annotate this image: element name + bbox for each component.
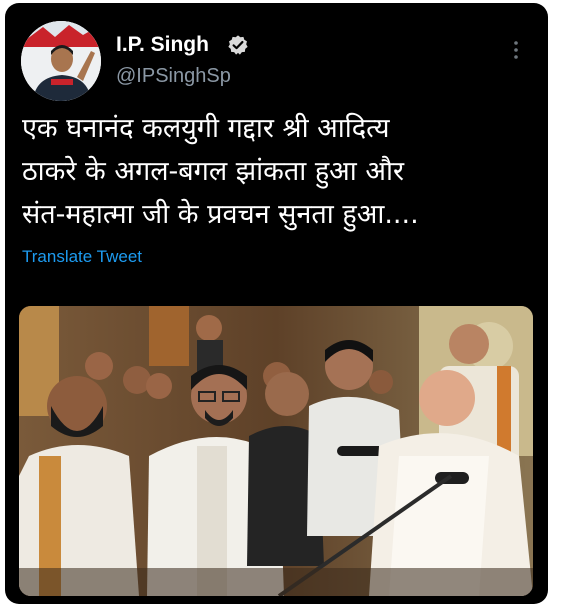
- tweet-text-line-3: संत-महात्मा जी के प्रवचन सुनता हुआ....: [22, 199, 419, 230]
- tweet-text: एक घनानंद कलयुगी गद्दार श्री आदित्य ठाकर…: [22, 107, 542, 236]
- verified-badge-icon: [228, 35, 248, 55]
- author-name[interactable]: I.P. Singh: [116, 33, 209, 57]
- avatar-photo-icon: [21, 21, 101, 101]
- author-avatar[interactable]: [21, 21, 101, 101]
- translate-tweet-link[interactable]: Translate Tweet: [22, 247, 142, 267]
- tweet-photo[interactable]: [19, 306, 533, 596]
- more-options-icon[interactable]: [509, 39, 523, 61]
- screenshot-frame: I.P. Singh @IPSinghSp एक घनानंद कलयुगी ग…: [0, 0, 570, 613]
- tweet-text-line-2: ठाकरे के अगल-बगल झांकता हुआ और: [22, 156, 405, 187]
- tweet-card[interactable]: I.P. Singh @IPSinghSp एक घनानंद कलयुगी ग…: [5, 3, 548, 604]
- photo-icon: [19, 306, 533, 596]
- tweet-text-line-1: एक घनानंद कलयुगी गद्दार श्री आदित्य: [22, 113, 390, 144]
- author-handle[interactable]: @IPSinghSp: [116, 65, 231, 88]
